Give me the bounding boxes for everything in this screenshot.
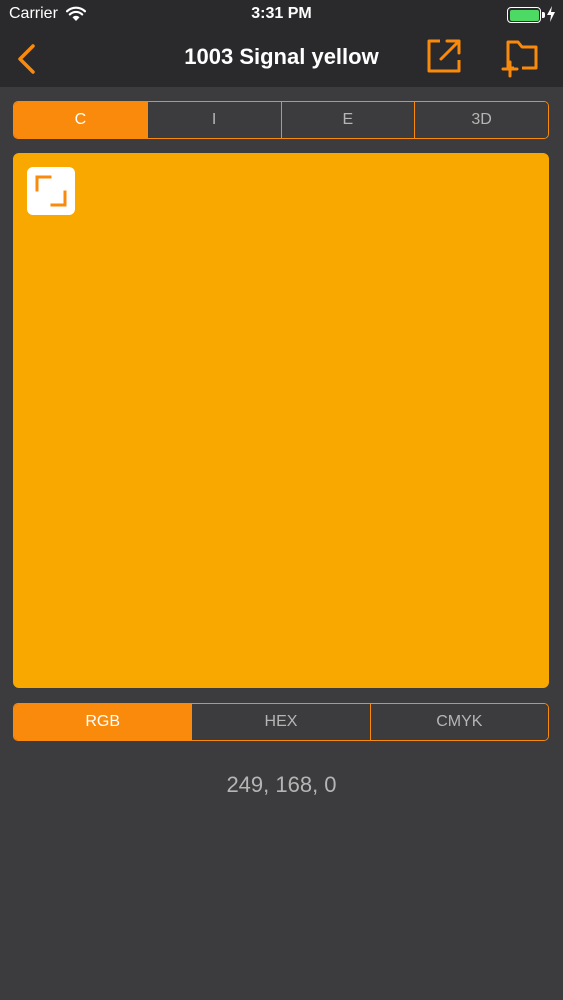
color-swatch <box>13 153 549 688</box>
fullscreen-button[interactable] <box>27 167 75 215</box>
tab-e[interactable]: E <box>280 102 415 138</box>
view-mode-tabs: C I E 3D <box>13 101 549 139</box>
tab-c[interactable]: C <box>14 102 147 138</box>
navigation-bar: 1003 Signal yellow <box>0 30 563 87</box>
status-bar: Carrier 3:31 PM <box>0 0 563 30</box>
battery-icon <box>507 7 545 23</box>
status-time: 3:31 PM <box>251 5 312 22</box>
color-value: 249, 168, 0 <box>226 772 337 797</box>
export-button[interactable] <box>424 36 464 76</box>
tab-hex[interactable]: HEX <box>191 704 370 740</box>
add-to-folder-button[interactable] <box>500 36 540 78</box>
tab-rgb[interactable]: RGB <box>14 704 192 740</box>
tab-3d[interactable]: 3D <box>414 102 548 138</box>
color-format-tabs: RGB HEX CMYK <box>13 703 549 741</box>
tab-i[interactable]: I <box>146 102 281 138</box>
expand-corners-icon <box>35 175 67 207</box>
tab-cmyk[interactable]: CMYK <box>369 704 548 740</box>
page-title: 1003 Signal yellow <box>184 44 379 69</box>
charging-icon <box>547 6 555 22</box>
folder-add-icon <box>501 40 538 78</box>
share-export-icon <box>427 39 461 73</box>
